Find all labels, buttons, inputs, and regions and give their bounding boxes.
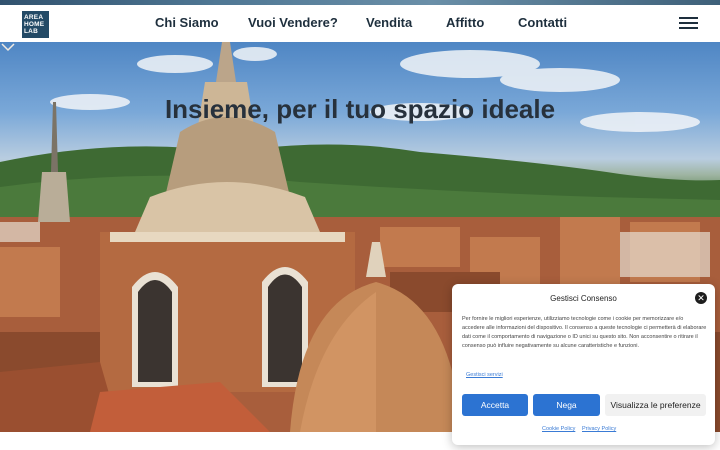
site-header: AREA HOME LAB Chi Siamo Vuoi Vendere? Ve… [0, 5, 720, 42]
main-nav: Chi Siamo Vuoi Vendere? Vendita Affitto … [0, 15, 720, 33]
cookie-consent-dialog: Gestisci Consenso ✕ Per fornire le migli… [452, 284, 715, 445]
nav-vuoi-vendere[interactable]: Vuoi Vendere? [248, 15, 338, 31]
page: AREA HOME LAB Chi Siamo Vuoi Vendere? Ve… [0, 0, 720, 450]
nav-vendita[interactable]: Vendita [366, 15, 412, 31]
view-preferences-button[interactable]: Visualizza le preferenze [605, 394, 706, 416]
nav-contatti[interactable]: Contatti [518, 15, 567, 31]
cookie-policy-link[interactable]: Cookie Policy [542, 426, 575, 432]
privacy-policy-link[interactable]: Privacy Policy [582, 426, 616, 432]
deny-button[interactable]: Nega [533, 394, 600, 416]
accept-button[interactable]: Accetta [462, 394, 528, 416]
chevron-down-icon[interactable] [0, 42, 16, 52]
consent-description: Per fornire le migliori esperienze, util… [462, 316, 707, 349]
policy-links: Cookie Policy Privacy Policy [452, 426, 715, 436]
consent-title: Gestisci Consenso [550, 294, 617, 303]
nav-affitto[interactable]: Affitto [446, 15, 484, 31]
nav-chi-siamo[interactable]: Chi Siamo [155, 15, 219, 31]
hamburger-menu-icon[interactable] [679, 17, 698, 31]
close-icon[interactable]: ✕ [695, 292, 707, 304]
manage-services-link[interactable]: Gestisci servizi [466, 372, 503, 378]
hero-title: Insieme, per il tuo spazio ideale [164, 94, 556, 124]
